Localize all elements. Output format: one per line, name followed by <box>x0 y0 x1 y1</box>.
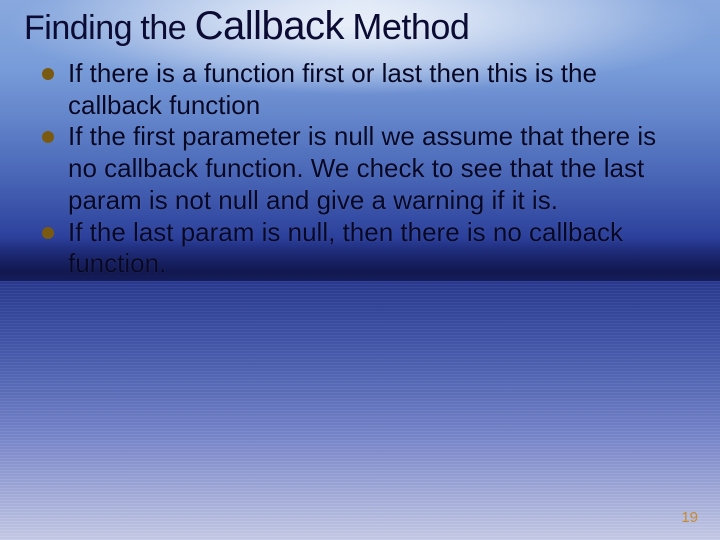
bullet-item: If there is a function first or last the… <box>42 58 690 121</box>
bullet-list: If there is a function first or last the… <box>24 58 696 280</box>
bullet-item: If the last param is null, then there is… <box>42 217 690 280</box>
bullet-item: If the first parameter is null we assume… <box>42 121 690 216</box>
title-word-1: Finding <box>24 9 132 47</box>
slide-title: Finding the Callback Method <box>24 4 696 48</box>
slide-content: Finding the Callback Method If there is … <box>0 0 720 540</box>
title-word-3: Callback <box>195 4 344 48</box>
page-number: 19 <box>681 509 698 526</box>
title-word-4: Method <box>352 6 469 47</box>
title-word-2: the <box>140 9 186 47</box>
slide: Finding the Callback Method If there is … <box>0 0 720 540</box>
